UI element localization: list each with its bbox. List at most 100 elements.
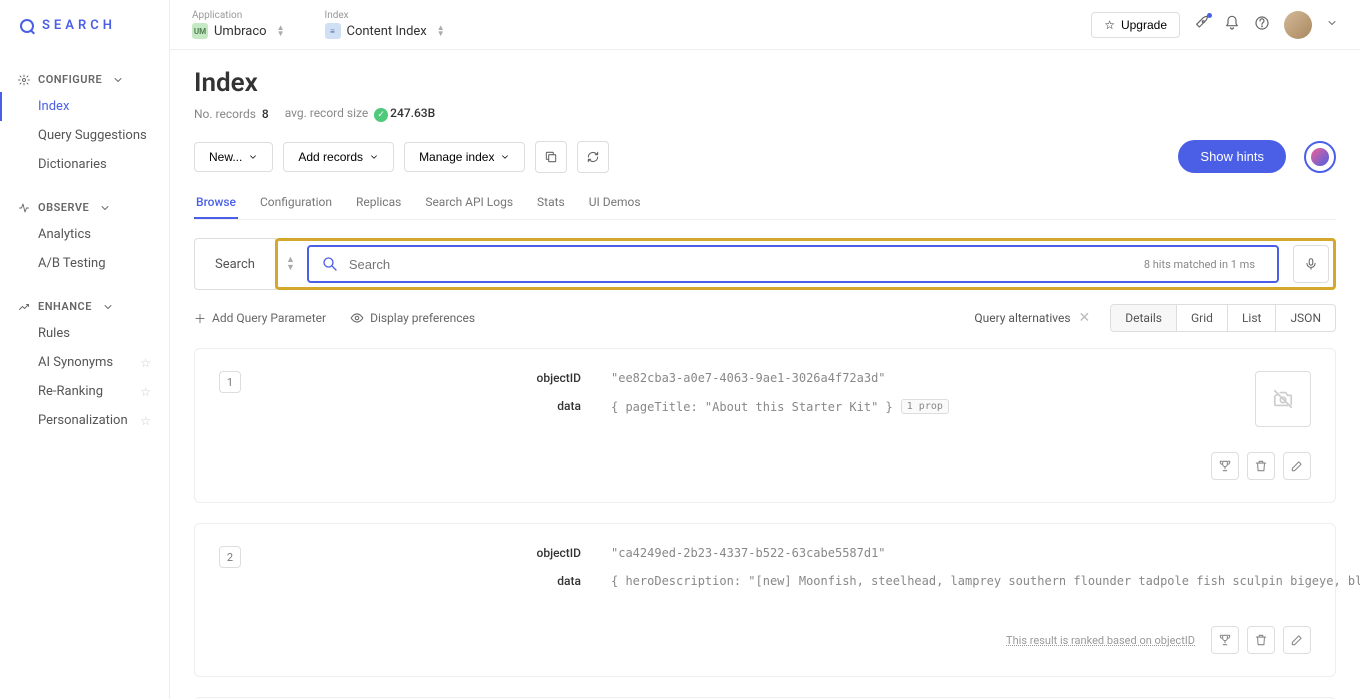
edit-button[interactable] — [1283, 626, 1311, 654]
nav-header-enhance[interactable]: ENHANCE — [0, 294, 169, 319]
nav-header-observe[interactable]: OBSERVE — [0, 195, 169, 220]
data-value: { heroDescription: "[new] Moonfish, stee… — [611, 574, 1360, 588]
sidebar-item-analytics[interactable]: Analytics — [0, 220, 169, 249]
sidebar-item-index[interactable]: Index — [0, 92, 169, 121]
trophy-icon — [1218, 633, 1232, 647]
content: Index No. records 8 avg. record size ✓24… — [170, 50, 1360, 699]
copy-icon — [544, 150, 558, 164]
chevron-updown-icon: ▲▼ — [277, 25, 285, 37]
topbar: Application UM Umbraco ▲▼ Index ≡ Conten… — [170, 0, 1360, 50]
chevron-down-icon — [112, 74, 124, 86]
edit-icon — [1290, 633, 1304, 647]
chevron-down-icon — [500, 152, 510, 162]
add-records-button[interactable]: Add records — [283, 142, 394, 172]
display-prefs-button[interactable]: Display preferences — [350, 311, 475, 325]
delete-button[interactable] — [1247, 452, 1275, 480]
avg-value: 247.63B — [390, 106, 435, 120]
sidebar-item-personalization[interactable]: Personalization☆ — [0, 406, 169, 435]
field-label: objectID — [271, 546, 611, 560]
result-card: 2 objectID"ca4249ed-2b23-4337-b522-63cab… — [194, 523, 1336, 677]
show-hints-button[interactable]: Show hints — [1178, 140, 1286, 173]
avatar[interactable] — [1284, 11, 1312, 39]
copy-button[interactable] — [535, 141, 567, 173]
rocket-icon[interactable] — [1194, 15, 1210, 35]
chevron-down-icon — [369, 152, 379, 162]
help-icon[interactable] — [1254, 15, 1270, 35]
tab-configuration[interactable]: Configuration — [258, 187, 334, 219]
hints-avatar-button[interactable] — [1304, 141, 1336, 173]
edit-icon — [1290, 459, 1304, 473]
trash-icon — [1254, 633, 1268, 647]
new-button[interactable]: New... — [194, 142, 273, 172]
view-tab-json[interactable]: JSON — [1276, 305, 1335, 331]
action-row: New... Add records Manage index Show hin… — [194, 140, 1336, 173]
ranked-text: This result is ranked based on objectID — [1006, 634, 1195, 647]
data-value: { pageTitle: "About this Starter Kit" }1… — [611, 399, 1225, 414]
sidebar-item-rules[interactable]: Rules — [0, 319, 169, 348]
chevron-down-icon[interactable] — [1326, 17, 1338, 33]
avg-label: avg. record size — [285, 106, 369, 120]
trophy-button[interactable] — [1211, 626, 1239, 654]
search-mode-select[interactable]: Search — [194, 238, 276, 290]
add-query-param-button[interactable]: ＋Add Query Parameter — [194, 310, 326, 327]
view-tab-list[interactable]: List — [1228, 305, 1277, 331]
star-icon: ☆ — [140, 385, 151, 399]
objectid-value: "ee82cba3-a0e7-4063-9ae1-3026a4f72a3d" — [611, 371, 1225, 385]
sidebar: SEARCH CONFIGUREIndexQuery SuggestionsDi… — [0, 0, 170, 699]
tab-browse[interactable]: Browse — [194, 187, 238, 219]
crumb-label: Application — [192, 10, 285, 21]
mic-button[interactable] — [1293, 245, 1329, 283]
options-row: ＋Add Query Parameter Display preferences… — [194, 304, 1336, 332]
star-icon: ☆ — [1104, 18, 1115, 32]
chevron-down-icon — [102, 301, 114, 313]
hits-text: 8 hits matched in 1 ms — [1134, 258, 1265, 271]
sort-icon[interactable]: ▲▼ — [282, 256, 299, 272]
chevron-updown-icon: ▲▼ — [437, 25, 445, 37]
manage-index-button[interactable]: Manage index — [404, 142, 525, 172]
sidebar-item-a-b-testing[interactable]: A/B Testing — [0, 249, 169, 278]
search-row: Search ▲▼ 8 hits matched in 1 ms — [194, 238, 1336, 290]
upgrade-button[interactable]: ☆ Upgrade — [1091, 12, 1180, 38]
field-label: data — [271, 574, 611, 588]
application-selector[interactable]: Application UM Umbraco ▲▼ — [192, 10, 285, 39]
index-selector[interactable]: Index ≡ Content Index ▲▼ — [325, 10, 445, 39]
close-icon[interactable]: ✕ — [1079, 310, 1091, 326]
view-tab-grid[interactable]: Grid — [1177, 305, 1228, 331]
refresh-icon — [586, 150, 600, 164]
result-index: 1 — [219, 371, 241, 393]
field-label: objectID — [271, 371, 611, 385]
tab-ui-demos[interactable]: UI Demos — [587, 187, 643, 219]
bell-icon[interactable] — [1224, 15, 1240, 35]
meta-row: No. records 8 avg. record size ✓247.63B — [194, 106, 1336, 122]
delete-button[interactable] — [1247, 626, 1275, 654]
thumbnail-placeholder — [1255, 371, 1311, 427]
eye-icon — [350, 311, 364, 325]
search-input[interactable] — [349, 257, 1134, 272]
search-box: 8 hits matched in 1 ms — [307, 245, 1279, 283]
chevron-down-icon — [99, 202, 111, 214]
upgrade-label: Upgrade — [1121, 18, 1167, 32]
sidebar-item-query-suggestions[interactable]: Query Suggestions — [0, 121, 169, 150]
view-tab-details[interactable]: Details — [1111, 305, 1177, 331]
sidebar-item-re-ranking[interactable]: Re-Ranking☆ — [0, 377, 169, 406]
tab-search-api-logs[interactable]: Search API Logs — [423, 187, 515, 219]
star-icon: ☆ — [140, 414, 151, 428]
edit-button[interactable] — [1283, 452, 1311, 480]
objectid-value: "ca4249ed-2b23-4337-b522-63cabe5587d1" — [611, 546, 1360, 560]
mic-icon — [1304, 257, 1318, 271]
tab-replicas[interactable]: Replicas — [354, 187, 403, 219]
logo[interactable]: SEARCH — [0, 18, 169, 51]
refresh-button[interactable] — [577, 141, 609, 173]
trophy-button[interactable] — [1211, 452, 1239, 480]
plus-icon: ＋ — [194, 310, 206, 327]
main: Application UM Umbraco ▲▼ Index ≡ Conten… — [170, 0, 1360, 699]
nav-header-configure[interactable]: CONFIGURE — [0, 67, 169, 92]
sidebar-item-ai-synonyms[interactable]: AI Synonyms☆ — [0, 348, 169, 377]
tab-stats[interactable]: Stats — [535, 187, 567, 219]
trophy-icon — [1218, 459, 1232, 473]
crumb-label: Index — [325, 10, 445, 21]
sidebar-item-dictionaries[interactable]: Dictionaries — [0, 150, 169, 179]
field-label: data — [271, 399, 611, 414]
index-badge-icon: ≡ — [325, 23, 341, 39]
search-icon — [20, 19, 34, 33]
